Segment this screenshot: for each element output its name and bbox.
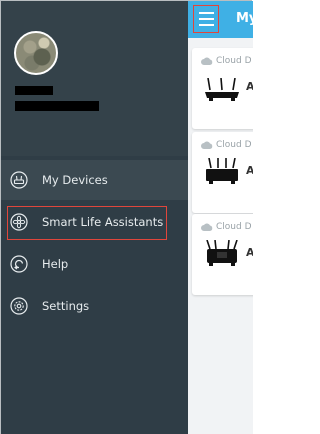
cloud-status-label: Cloud D <box>216 56 252 66</box>
device-list-screen: My Cloud D A Cloud D <box>188 1 253 434</box>
device-name: A <box>246 80 253 93</box>
nav-item-my-devices[interactable]: My Devices <box>1 160 188 200</box>
router-image <box>206 240 238 266</box>
settings-icon <box>10 297 28 315</box>
menu-icon[interactable] <box>193 5 219 33</box>
help-icon <box>10 255 28 273</box>
cloud-icon <box>201 141 213 149</box>
nav-item-settings[interactable]: Settings <box>1 286 188 326</box>
nav-item-help[interactable]: Help <box>1 244 188 284</box>
router-image <box>205 78 239 101</box>
cloud-icon <box>201 57 213 65</box>
nav-item-smart-life-assistants[interactable]: Smart Life Assistants <box>1 202 188 242</box>
cloud-status: Cloud D <box>201 56 252 66</box>
device-card[interactable]: Cloud D A <box>192 214 253 295</box>
device-card[interactable]: Cloud D A <box>192 48 253 129</box>
page-title: My <box>236 11 253 26</box>
top-bar: My <box>188 1 253 38</box>
router-image <box>206 158 238 184</box>
cloud-status-label: Cloud D <box>216 140 252 150</box>
avatar[interactable] <box>14 31 58 75</box>
redacted-user-email <box>15 101 99 111</box>
cloud-status: Cloud D <box>201 222 252 232</box>
nav-label: Smart Life Assistants <box>42 215 164 229</box>
redacted-user-name <box>15 86 53 95</box>
nav-label: Help <box>42 257 69 271</box>
cloud-status-label: Cloud D <box>216 222 252 232</box>
cloud-status: Cloud D <box>201 140 252 150</box>
router-icon <box>10 171 28 189</box>
nav-label: Settings <box>42 299 90 313</box>
assistant-icon <box>10 213 28 231</box>
device-name: A <box>246 164 253 177</box>
nav-label: My Devices <box>42 173 108 187</box>
cloud-icon <box>201 223 213 231</box>
device-name: A <box>246 246 253 259</box>
drawer-header <box>1 1 188 156</box>
device-card[interactable]: Cloud D A <box>192 132 253 213</box>
navigation-drawer: My Devices Smart Life Assistants Help Se… <box>1 1 188 434</box>
